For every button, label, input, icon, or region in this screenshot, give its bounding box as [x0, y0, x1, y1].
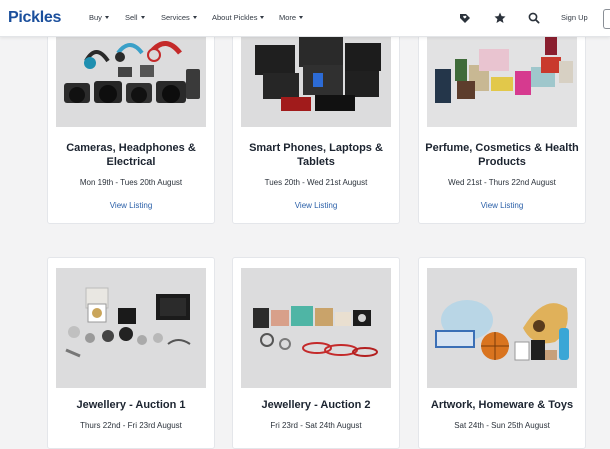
- listing-title: Cameras, Headphones & Electrical: [52, 141, 210, 169]
- jewellery-2-photo: [241, 268, 391, 388]
- menu-sell[interactable]: Sell: [125, 13, 145, 23]
- listing-title-line1: Jewellery - Auction 1: [76, 399, 186, 411]
- listing-title: Artwork, Homeware & Toys: [423, 398, 581, 412]
- heart-tag-icon[interactable]: [458, 11, 472, 25]
- listing-title-line2: Products: [478, 156, 526, 168]
- listing-dates: Mon 19th - Tues 20th August: [79, 178, 183, 187]
- view-listing-link[interactable]: View Listing: [423, 201, 581, 211]
- listing-title-line2: Tablets: [297, 156, 335, 168]
- listing-image-jewellery-1[interactable]: [56, 268, 206, 388]
- listing-card-jewellery-1[interactable]: Jewellery - Auction 1 Thurs 22nd - Fri 2…: [47, 257, 215, 449]
- listing-title-line2: Electrical: [106, 156, 156, 168]
- chevron-down-icon: [104, 16, 109, 19]
- chevron-down-icon: [140, 16, 145, 19]
- search-icon[interactable]: [527, 11, 541, 25]
- listing-title-line1: Perfume, Cosmetics & Health: [425, 142, 579, 154]
- view-listing-link[interactable]: View Listing: [52, 201, 210, 211]
- listing-title: Smart Phones, Laptops & Tablets: [237, 141, 395, 169]
- listing-dates: Sat 24th - Sun 25th August: [454, 421, 550, 430]
- login-button-edge[interactable]: [603, 9, 610, 29]
- star-icon[interactable]: [493, 11, 507, 25]
- jewellery-1-photo: [56, 268, 206, 388]
- listing-card-perfume[interactable]: Perfume, Cosmetics & Health Products Wed…: [418, 20, 586, 224]
- listing-title-line1: Cameras, Headphones &: [66, 142, 196, 154]
- menu-about-label: About Pickles: [212, 13, 258, 22]
- menu-services-label: Services: [161, 13, 190, 22]
- menu-services[interactable]: Services: [161, 13, 197, 23]
- listing-dates: Wed 21st - Thurs 22nd August: [448, 178, 556, 187]
- view-listing-link[interactable]: View Listing: [237, 201, 395, 211]
- chevron-down-icon: [260, 16, 265, 19]
- menu-more-label: More: [279, 13, 297, 22]
- listing-card-artwork[interactable]: Artwork, Homeware & Toys Sat 24th - Sun …: [418, 257, 586, 449]
- chevron-down-icon: [299, 16, 304, 19]
- menu-more[interactable]: More: [279, 13, 304, 23]
- listing-title-line1: Jewellery - Auction 2: [261, 399, 371, 411]
- chevron-down-icon: [192, 16, 197, 19]
- listing-title: Perfume, Cosmetics & Health Products: [423, 141, 581, 169]
- listing-title-line1: Smart Phones, Laptops &: [249, 142, 383, 154]
- listing-image-jewellery-2[interactable]: [241, 268, 391, 388]
- listing-title: Jewellery - Auction 2: [237, 398, 395, 412]
- top-navbar: Pickles Buy Sell Services About Pickles …: [0, 0, 610, 37]
- menu-sell-label: Sell: [125, 13, 138, 22]
- listing-card-cameras[interactable]: Cameras, Headphones & Electrical Mon 19t…: [47, 20, 215, 224]
- listing-image-artwork[interactable]: [427, 268, 577, 388]
- listing-card-jewellery-2[interactable]: Jewellery - Auction 2 Fri 23rd - Sat 24t…: [232, 257, 400, 449]
- listing-title-line1: Artwork, Homeware & Toys: [430, 399, 574, 411]
- pickles-logo[interactable]: Pickles: [8, 8, 61, 28]
- listing-title: Jewellery - Auction 1: [52, 398, 210, 412]
- menu-about[interactable]: About Pickles: [212, 13, 265, 23]
- listing-card-phones[interactable]: Smart Phones, Laptops & Tablets Tues 20t…: [232, 20, 400, 224]
- listing-dates: Thurs 22nd - Fri 23rd August: [80, 421, 182, 430]
- menu-buy[interactable]: Buy: [89, 13, 109, 23]
- artwork-photo: [427, 268, 577, 388]
- sign-up-link[interactable]: Sign Up: [561, 13, 588, 23]
- listing-dates: Fri 23rd - Sat 24th August: [270, 421, 362, 430]
- listing-dates: Tues 20th - Wed 21st August: [264, 178, 368, 187]
- menu-buy-label: Buy: [89, 13, 102, 22]
